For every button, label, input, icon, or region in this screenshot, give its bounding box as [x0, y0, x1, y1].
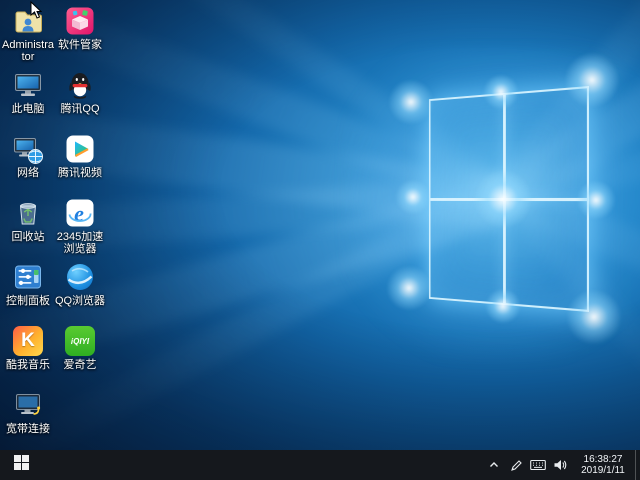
kuwo-k-icon: K [12, 325, 44, 357]
blue-globe-swirl-icon [64, 261, 96, 293]
desktop-icon-label: 软件管家 [58, 39, 102, 51]
chevron-up-icon[interactable] [483, 450, 505, 480]
desktop-background[interactable]: Administrator 此电脑 [0, 0, 640, 450]
desktop-icon-label: QQ浏览器 [55, 295, 105, 307]
mouse-cursor [30, 1, 42, 24]
desktop-icon-tencent-video[interactable]: 腾讯视频 [54, 130, 106, 194]
taskbar[interactable]: 16:38:27 2019/1/11 [0, 450, 640, 480]
desktop-icon-qq-browser[interactable]: QQ浏览器 [54, 258, 106, 322]
desktop-icon-label: 网络 [17, 167, 39, 179]
desktop-icon-label: 爱奇艺 [64, 359, 97, 371]
screen: Administrator 此电脑 [0, 0, 640, 480]
desktop-icon-iqiyi[interactable]: iQIYI 爱奇艺 [54, 322, 106, 386]
desktop-icon-2345-browser[interactable]: e 2345加速浏览器 [54, 194, 106, 258]
desktop-icon-tencent-qq[interactable]: 腾讯QQ [54, 66, 106, 130]
desktop-icon-control-panel[interactable]: 控制面板 [2, 258, 54, 322]
touch-keyboard-icon[interactable] [527, 450, 549, 480]
desktop-icon-software-manager[interactable]: 软件管家 [54, 2, 106, 66]
system-tray: 16:38:27 2019/1/11 [483, 450, 640, 480]
windows-logo-icon [14, 455, 29, 475]
blue-e-browser-icon: e [64, 197, 96, 229]
iqiyi-wordmark: iQIYI [65, 326, 95, 356]
computer-monitor-icon [12, 69, 44, 101]
ink-pen-icon[interactable] [505, 450, 527, 480]
desktop-icon-label: 控制面板 [6, 295, 50, 307]
volume-icon[interactable] [549, 450, 571, 480]
network-globe-icon [12, 133, 44, 165]
desktop-icon-recycle-bin[interactable]: 回收站 [2, 194, 54, 258]
clock-date: 2019/1/11 [574, 465, 632, 476]
desktop-icon-label: 腾讯QQ [60, 103, 99, 115]
broadband-monitor-icon [12, 389, 44, 421]
recycle-bin-icon [12, 197, 44, 229]
control-panel-icon [12, 261, 44, 293]
iqiyi-green-tile-icon: iQIYI [64, 325, 96, 357]
desktop-icon-administrator[interactable]: Administrator [2, 2, 54, 66]
software-box-icon [64, 5, 96, 37]
desktop-icon-label: 酷我音乐 [6, 359, 50, 371]
svg-text:e: e [74, 201, 84, 226]
qq-penguin-icon [64, 69, 96, 101]
show-desktop-button[interactable] [635, 450, 640, 480]
desktop-icon-label: 2345加速浏览器 [54, 231, 106, 255]
start-button[interactable] [0, 450, 42, 480]
desktop-icon-kuwo-music[interactable]: K 酷我音乐 [2, 322, 54, 386]
clock-time: 16:38:27 [574, 454, 632, 465]
desktop-icon-grid: Administrator 此电脑 [2, 2, 106, 450]
desktop-icon-label: 宽带连接 [6, 423, 50, 435]
play-triangle-icon [64, 133, 96, 165]
desktop-icon-broadband[interactable]: 宽带连接 [2, 386, 54, 450]
desktop-icon-label: 此电脑 [12, 103, 45, 115]
desktop-icon-network[interactable]: 网络 [2, 130, 54, 194]
desktop-icon-this-pc[interactable]: 此电脑 [2, 66, 54, 130]
desktop-icon-label: Administrator [2, 39, 54, 63]
taskbar-clock[interactable]: 16:38:27 2019/1/11 [571, 454, 635, 476]
desktop-icon-label: 回收站 [12, 231, 45, 243]
kuwo-k-glyph: K [13, 326, 43, 356]
desktop-icon-label: 腾讯视频 [58, 167, 102, 179]
